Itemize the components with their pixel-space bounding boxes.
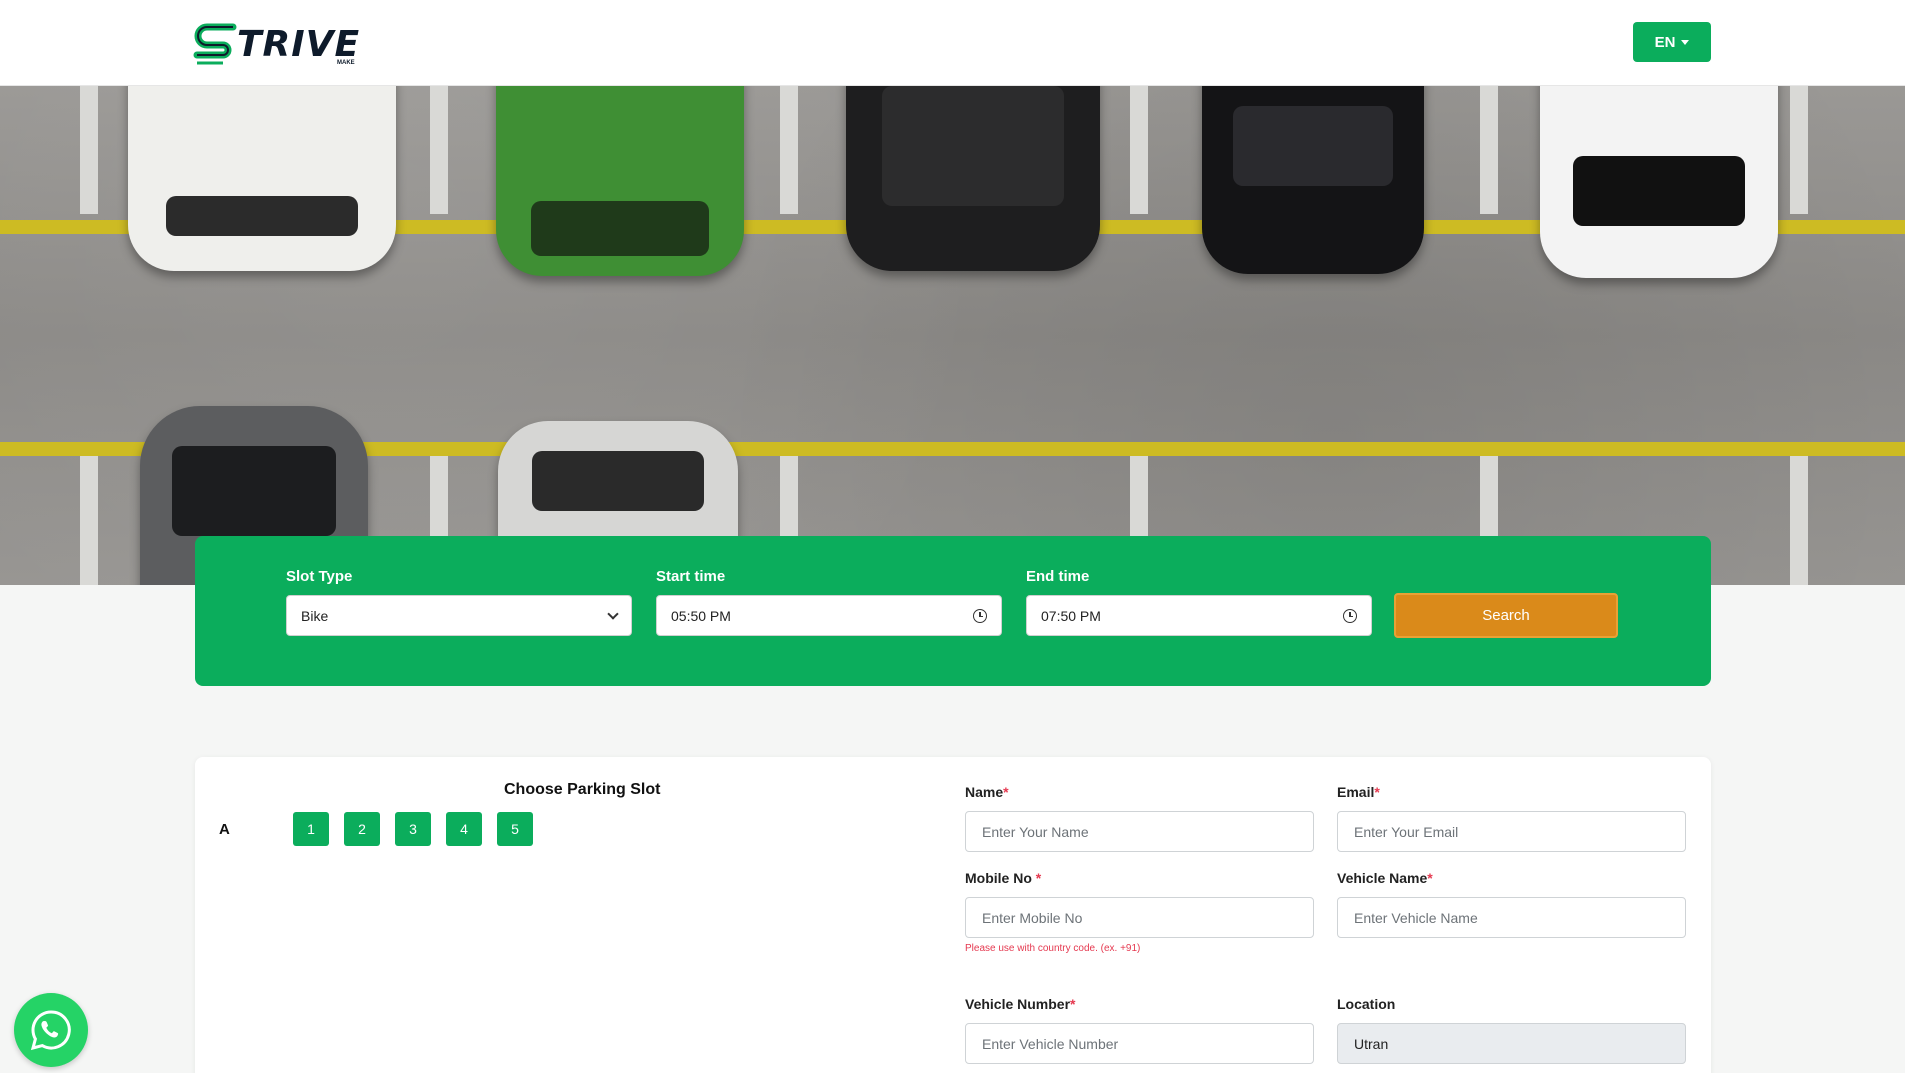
chevron-down-icon bbox=[607, 607, 619, 620]
start-time-value: 05:50 PM bbox=[671, 607, 731, 624]
mobile-hint: Please use with country code. (ex. +91) bbox=[965, 943, 1141, 954]
parked-car-white bbox=[128, 86, 396, 271]
language-dropdown-button[interactable]: EN bbox=[1633, 22, 1711, 62]
slot-button-2[interactable]: 2 bbox=[344, 812, 380, 846]
hero-parking-image bbox=[0, 86, 1905, 585]
slot-type-select[interactable]: Bike bbox=[286, 595, 632, 636]
parking-stripe bbox=[80, 86, 98, 214]
name-input[interactable] bbox=[965, 811, 1314, 852]
start-time-label: Start time bbox=[656, 568, 726, 585]
choose-slot-title: Choose Parking Slot bbox=[504, 781, 661, 798]
parking-stripe bbox=[1790, 456, 1808, 585]
strive-logo[interactable]: TRIVE MAKE bbox=[193, 20, 360, 68]
parked-car-white-sedan bbox=[1540, 86, 1778, 278]
search-panel: Slot Type Bike Start time 05:50 PM End t… bbox=[195, 536, 1711, 686]
slot-row-label: A bbox=[219, 821, 230, 838]
parking-stripe bbox=[780, 86, 798, 214]
booking-card: Choose Parking Slot A 1 2 3 4 5 Name* Em… bbox=[195, 757, 1711, 1073]
name-label: Name* bbox=[965, 784, 1009, 800]
slot-type-value: Bike bbox=[301, 607, 329, 624]
mobile-input[interactable] bbox=[965, 897, 1314, 938]
parking-stripe bbox=[80, 456, 98, 585]
parking-stripe bbox=[1480, 86, 1498, 214]
clock-icon[interactable] bbox=[1343, 608, 1357, 623]
caret-down-icon bbox=[1681, 39, 1690, 45]
email-input[interactable] bbox=[1337, 811, 1686, 852]
vehicle-name-input[interactable] bbox=[1337, 897, 1686, 938]
logo-text: TRIVE bbox=[237, 23, 361, 65]
start-time-input[interactable]: 05:50 PM bbox=[656, 595, 1002, 636]
parking-stripe bbox=[1790, 86, 1808, 214]
vehicle-name-label: Vehicle Name* bbox=[1337, 870, 1433, 886]
location-input[interactable] bbox=[1337, 1023, 1686, 1064]
parked-car-black-suv bbox=[1202, 86, 1424, 274]
slot-type-label: Slot Type bbox=[286, 568, 353, 585]
site-header: TRIVE MAKE EN bbox=[0, 0, 1905, 86]
end-time-label: End time bbox=[1026, 568, 1090, 585]
logo-subtext: MAKE bbox=[337, 60, 355, 66]
end-time-value: 07:50 PM bbox=[1041, 607, 1101, 624]
vehicle-number-input[interactable] bbox=[965, 1023, 1314, 1064]
slot-button-3[interactable]: 3 bbox=[395, 812, 431, 846]
language-label: EN bbox=[1654, 33, 1676, 51]
strive-logo-icon bbox=[193, 23, 237, 65]
slot-button-4[interactable]: 4 bbox=[446, 812, 482, 846]
location-label: Location bbox=[1337, 996, 1396, 1012]
parked-car-green bbox=[496, 86, 744, 276]
slot-button-1[interactable]: 1 bbox=[293, 812, 329, 846]
slot-button-5[interactable]: 5 bbox=[497, 812, 533, 846]
parked-car-black bbox=[846, 86, 1100, 271]
parking-stripe bbox=[1130, 86, 1148, 214]
end-time-input[interactable]: 07:50 PM bbox=[1026, 595, 1372, 636]
whatsapp-button[interactable] bbox=[14, 993, 88, 1067]
parking-stripe bbox=[430, 86, 448, 214]
mobile-label: Mobile No * bbox=[965, 870, 1042, 886]
clock-icon[interactable] bbox=[973, 608, 987, 623]
vehicle-number-label: Vehicle Number* bbox=[965, 996, 1076, 1012]
search-button[interactable]: Search bbox=[1394, 593, 1618, 638]
email-label: Email* bbox=[1337, 784, 1380, 800]
whatsapp-icon bbox=[30, 1010, 71, 1051]
